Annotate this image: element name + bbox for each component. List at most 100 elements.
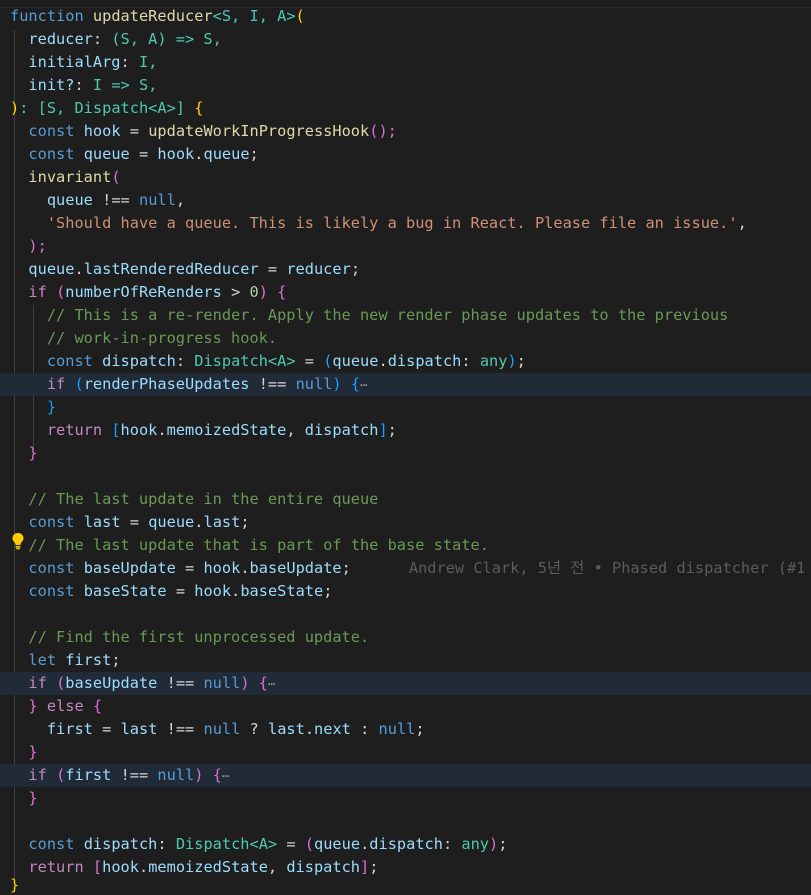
git-blame-annotation[interactable]: Andrew Clark, 5년 전 • Phased dispatcher (… [351,559,806,577]
variable: first [46,720,93,738]
punctuation: ; [516,352,526,370]
fold-ellipsis[interactable]: ⋯ [222,769,229,783]
punctuation: ; [387,421,397,439]
punctuation: , [175,191,186,209]
type: Dispatch<A> [175,835,278,853]
code-line-20[interactable]: } [0,442,811,465]
brace: { [194,99,204,117]
keyword: const [46,352,93,370]
code-line-2[interactable]: reducer: (S, A) => S, [0,28,811,51]
literal: null [203,674,241,692]
punctuation: , [737,214,747,232]
literal: null [203,720,241,738]
operator: = [175,582,186,600]
code-line-31[interactable]: } else { [0,695,811,718]
paren: ) [258,283,268,301]
code-line-9[interactable]: queue !== null, [0,189,811,212]
variable: dispatch [83,835,158,853]
code-line-17-folded[interactable]: if (renderPhaseUpdates !== null) {⋯ [0,373,811,396]
operator: = [185,559,195,577]
code-line-32[interactable]: first = last !== null ? last.next : null… [0,718,811,741]
literal: null [157,766,195,784]
code-line-35[interactable]: } [0,787,811,810]
keyword: else [46,697,84,715]
code-line-18[interactable]: } [0,396,811,419]
code-line-14[interactable]: // This is a re-render. Apply the new re… [0,304,811,327]
operator: !== [166,674,195,692]
code-line-1[interactable]: function updateReducer<S, I, A>( [0,5,811,28]
variable: hook [157,145,195,163]
brace: } [28,444,38,462]
variable: renderPhaseUpdates [83,375,250,393]
property: lastRenderedReducer [83,260,259,278]
variable: dispatch [102,352,176,370]
function-call: updateWorkInProgressHook [148,122,370,140]
param-type: I => S, [92,76,158,94]
code-line-16[interactable]: const dispatch: Dispatch<A> = (queue.dis… [0,350,811,373]
code-editor[interactable]: function updateReducer<S, I, A>( reducer… [0,0,811,895]
code-line-39[interactable]: } [0,874,811,895]
param: initialArg [28,53,121,71]
punctuation: ; [415,720,425,738]
literal: null [295,375,333,393]
comment: // This is a re-render. Apply the new re… [46,306,729,324]
code-line-10[interactable]: 'Should have a queue. This is likely a b… [0,212,811,235]
code-line-19[interactable]: return [hook.memoizedState, dispatch]; [0,419,811,442]
code-line-28[interactable]: // Find the first unprocessed update. [0,626,811,649]
variable: numberOfReRenders [65,283,222,301]
brace: } [28,789,38,807]
code-line-7[interactable]: const queue = hook.queue; [0,143,811,166]
keyword: if [28,283,47,301]
operator: ? [249,720,259,738]
code-line-5[interactable]: ): [S, Dispatch<A>] { [0,97,811,120]
comment: // The last update that is part of the b… [28,536,489,554]
keyword: if [46,375,66,393]
property: queue [203,145,250,163]
type: Dispatch<A> [194,352,296,370]
type: any [479,352,508,370]
code-line-25[interactable]: const baseUpdate = hook.baseUpdate; Andre… [0,557,811,580]
property: baseUpdate [249,559,342,577]
operator: = [138,145,149,163]
code-line-12[interactable]: queue.lastRenderedReducer = reducer; [0,258,811,281]
variable: queue [314,835,361,853]
brace: { [92,697,103,715]
code-line-23[interactable]: const last = queue.last; [0,511,811,534]
code-line-24[interactable]: // The last update that is part of the b… [0,534,811,557]
function-call: invariant [28,168,112,186]
fold-ellipsis[interactable]: ⋯ [360,378,367,392]
brace: } [28,743,38,761]
brace: { [350,375,361,393]
fold-ellipsis[interactable]: ⋯ [268,677,275,691]
code-line-3[interactable]: initialArg: I, [0,51,811,74]
code-line-11[interactable]: ); [0,235,811,258]
comment: // work-in-progress hook. [46,329,278,347]
code-line-29[interactable]: let first; [0,649,811,672]
variable: queue [46,191,93,209]
variable: queue [148,513,195,531]
property: last [203,513,241,531]
code-line-30-folded[interactable]: if (baseUpdate !== null) {⋯ [0,672,811,695]
variable: queue [28,260,75,278]
param-type: (S, A) => S, [111,30,222,48]
paren: ( [111,168,121,186]
code-line-26[interactable]: const baseState = hook.baseState; [0,580,811,603]
brace: } [28,697,38,715]
operator: = [129,122,139,140]
code-line-22[interactable]: // The last update in the entire queue [0,488,811,511]
code-line-34-folded[interactable]: if (first !== null) {⋯ [0,764,811,787]
operator: = [304,352,314,370]
keyword: const [28,835,75,853]
code-line-37[interactable]: const dispatch: Dispatch<A> = (queue.dis… [0,833,811,856]
code-line-15[interactable]: // work-in-progress hook. [0,327,811,350]
code-line-13[interactable]: if (numberOfReRenders > 0) { [0,281,811,304]
return-type: : [S, Dispatch<A>] [19,99,185,117]
number: 0 [249,283,259,301]
code-line-6[interactable]: const hook = updateWorkInProgressHook(); [0,120,811,143]
code-line-8[interactable]: invariant( [0,166,811,189]
code-line-33[interactable]: } [0,741,811,764]
code-line-4[interactable]: init?: I => S, [0,74,811,97]
param-type: I, [138,53,158,71]
variable: last [120,720,158,738]
brace: { [258,674,268,692]
